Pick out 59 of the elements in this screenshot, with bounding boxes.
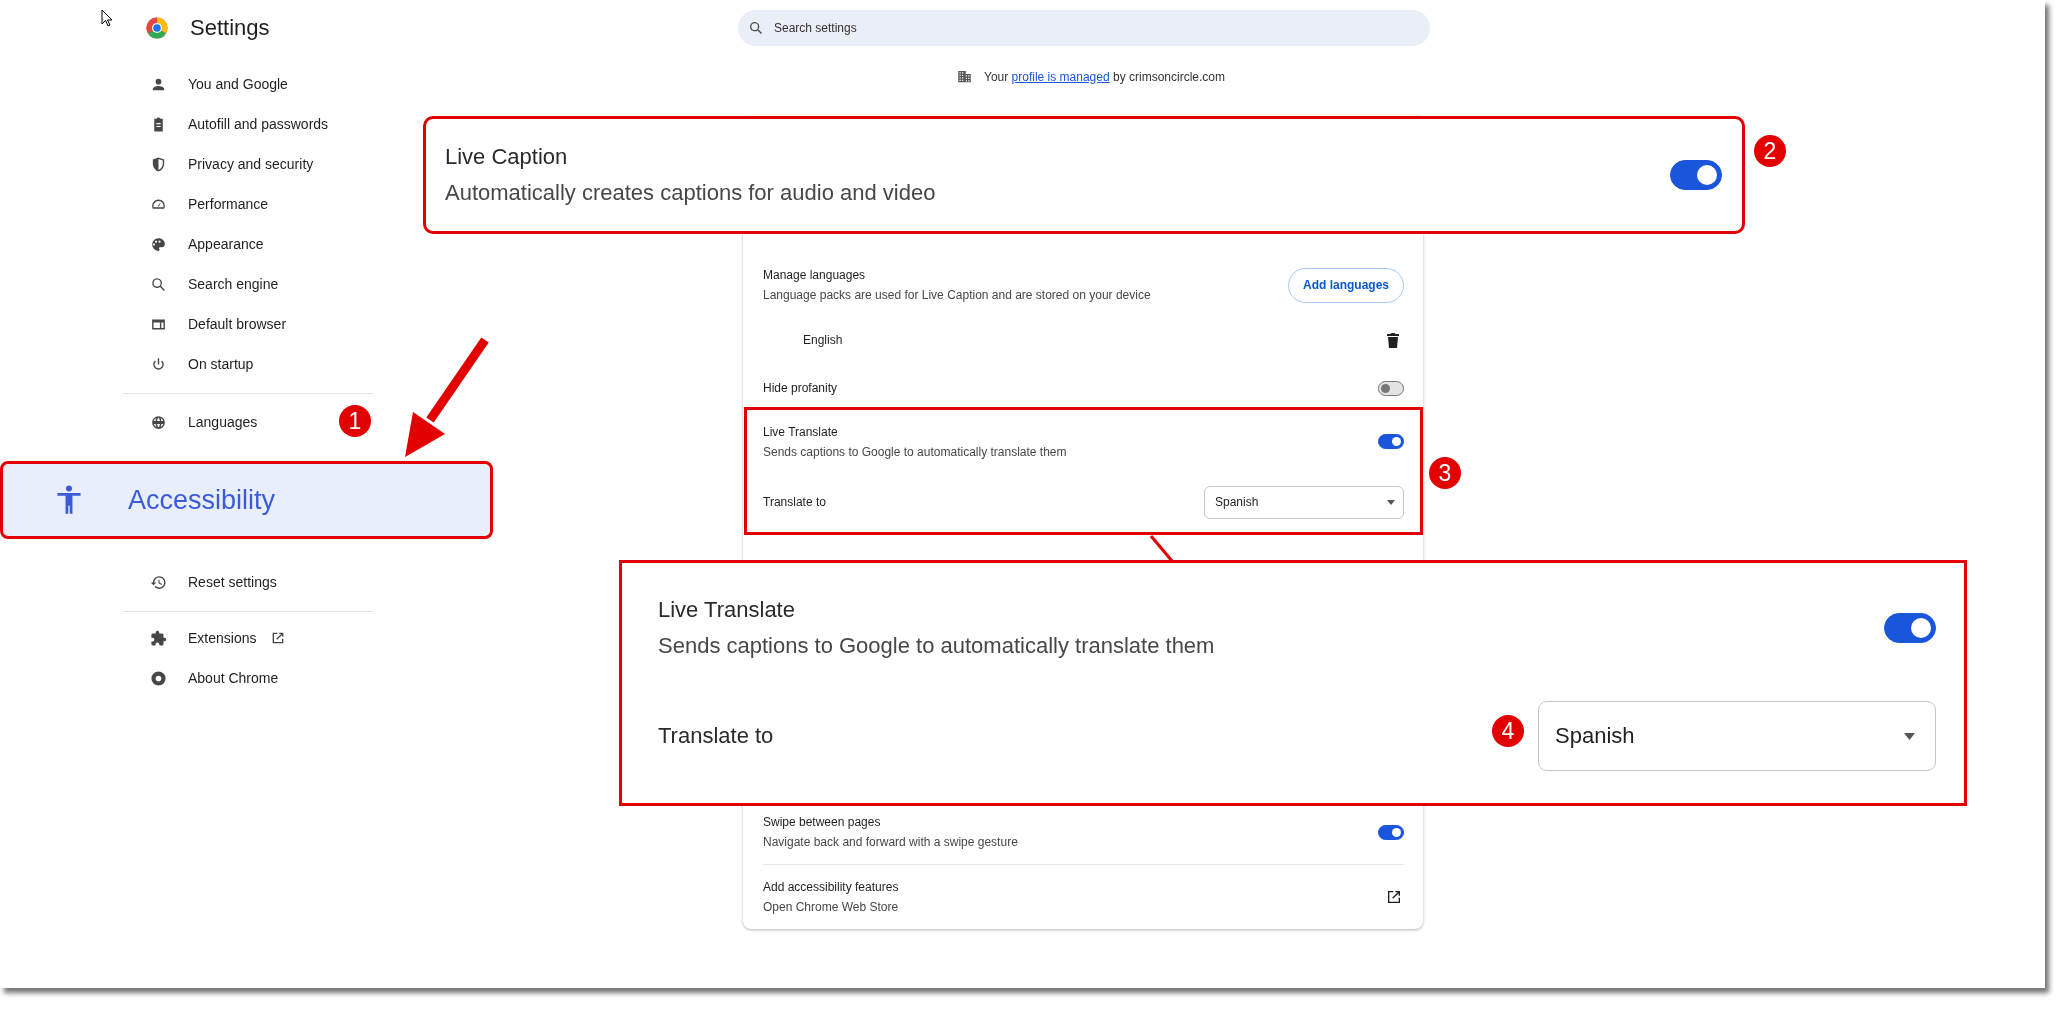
history-icon bbox=[150, 573, 167, 591]
sidebar-item[interactable]: About Chrome bbox=[123, 658, 279, 698]
setting-description: Open Chrome Web Store bbox=[763, 900, 899, 914]
setting-title: English bbox=[803, 333, 843, 347]
toggle-switch[interactable] bbox=[1670, 160, 1722, 190]
add-languages-button[interactable]: Add languages bbox=[1288, 267, 1404, 303]
sidebar-item[interactable]: Languages bbox=[123, 402, 258, 442]
search-icon bbox=[150, 275, 167, 293]
managed-notice: Your profile is managed by crimsoncircle.com bbox=[984, 69, 1225, 84]
external-link-icon[interactable] bbox=[1386, 889, 1402, 905]
setting-title: Translate to bbox=[763, 495, 826, 509]
sidebar-item[interactable]: You and Google bbox=[123, 64, 288, 104]
setting-description: Sends captions to Google to automatically translate them bbox=[658, 633, 1215, 659]
setting-title: Live Translate bbox=[763, 424, 839, 439]
setting-title: Translate to bbox=[658, 723, 774, 749]
toggle-switch[interactable] bbox=[1378, 824, 1404, 840]
setting-description: Automatically creates captions for audio and video bbox=[445, 180, 936, 206]
setting-title: Live Caption bbox=[445, 144, 569, 170]
setting-description: Navigate back and forward with a swipe gesture bbox=[763, 835, 1018, 849]
sidebar-item[interactable]: Autofill and passwords bbox=[123, 104, 329, 144]
toggle-switch[interactable] bbox=[1884, 613, 1936, 643]
building-icon bbox=[957, 69, 972, 84]
power-icon bbox=[150, 355, 167, 373]
logo-icon bbox=[146, 17, 168, 39]
setting-description: Sends captions to Google to automatically translate them bbox=[763, 444, 1067, 459]
trash-icon[interactable] bbox=[1386, 332, 1400, 348]
profile-link[interactable]: profile is managed bbox=[1011, 69, 1110, 84]
globe-icon bbox=[150, 413, 167, 431]
sidebar-item[interactable]: Performance bbox=[123, 184, 269, 224]
app-title: Settings bbox=[190, 15, 270, 41]
cursor-icon bbox=[101, 9, 113, 27]
shield-icon bbox=[150, 155, 167, 173]
sidebar-item[interactable]: Privacy and security bbox=[123, 144, 314, 184]
accessibility-icon bbox=[55, 485, 83, 515]
setting-description: Language packs are used for Live Caption and are stored on your device bbox=[763, 288, 1151, 302]
accessibility-highlight[interactable]: Accessibility bbox=[0, 461, 493, 539]
sidebar-item[interactable]: Appearance bbox=[123, 224, 264, 264]
setting-title: Hide profanity bbox=[763, 381, 838, 395]
caret-icon bbox=[1387, 499, 1395, 505]
sidebar-item[interactable]: Default browser bbox=[123, 304, 287, 344]
language-dropdown[interactable]: Spanish bbox=[1538, 701, 1936, 771]
setting-title: Live Translate bbox=[658, 597, 796, 623]
search-input[interactable]: Search settings bbox=[772, 20, 1430, 36]
search-icon bbox=[748, 20, 764, 36]
puzzle-icon bbox=[150, 629, 167, 647]
sidebar-item[interactable]: On startup bbox=[123, 344, 254, 384]
toggle-switch[interactable] bbox=[1378, 380, 1404, 396]
palette-icon bbox=[150, 235, 167, 253]
search-field[interactable]: Search settings bbox=[738, 10, 1430, 46]
ring-icon bbox=[150, 669, 167, 687]
caret-icon bbox=[1904, 732, 1915, 740]
sidebar-item[interactable]: Search engine bbox=[123, 264, 279, 304]
setting-title: Manage languages bbox=[763, 268, 867, 282]
toggle-switch[interactable] bbox=[1378, 434, 1404, 449]
setting-title: Add accessibility features bbox=[763, 880, 899, 894]
language-dropdown[interactable]: Spanish bbox=[1204, 485, 1404, 519]
sidebar-item[interactable]: Reset settings bbox=[123, 562, 277, 602]
setting-title: Swipe between pages bbox=[763, 815, 882, 829]
sidebar-item[interactable]: Extensions bbox=[123, 618, 287, 658]
